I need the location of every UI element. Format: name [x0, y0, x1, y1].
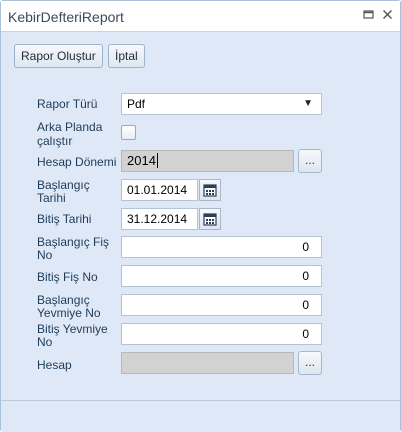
- report-type-select[interactable]: Pdf ▼: [121, 93, 322, 115]
- end-date-input[interactable]: 31.12.2014: [121, 208, 198, 230]
- close-icon[interactable]: [380, 9, 394, 23]
- window-title: KebirDefteriReport: [8, 9, 124, 25]
- end-receipt-label: Bitiş Fiş No: [37, 270, 98, 284]
- start-journal-input[interactable]: 0: [121, 294, 322, 316]
- start-date-label-line1: Başlangıç: [37, 178, 90, 192]
- start-receipt-label-line2: No: [37, 248, 53, 262]
- end-receipt-value: 0: [302, 269, 309, 283]
- window-footer: [1, 400, 400, 432]
- cancel-button[interactable]: İptal: [108, 44, 145, 68]
- end-date-value: 31.12.2014: [127, 212, 188, 226]
- start-journal-label-line1: Başlangıç: [37, 293, 90, 307]
- start-date-label-line2: Tarihi: [37, 191, 66, 205]
- background-checkbox[interactable]: [121, 125, 136, 140]
- calendar-icon[interactable]: [199, 179, 221, 201]
- account-field[interactable]: [121, 352, 294, 374]
- end-receipt-input[interactable]: 0: [121, 265, 322, 287]
- maximize-icon[interactable]: [361, 9, 375, 23]
- end-journal-label-line2: No: [37, 335, 53, 349]
- period-field[interactable]: 2014: [121, 150, 294, 172]
- start-date-input[interactable]: 01.01.2014: [121, 179, 198, 201]
- start-journal-value: 0: [302, 298, 309, 312]
- title-bar: KebirDefteriReport: [1, 1, 400, 32]
- calendar-icon[interactable]: [199, 208, 221, 230]
- period-lookup-button[interactable]: ...: [298, 149, 322, 173]
- end-journal-label-line1: Bitiş Yevmiye: [37, 322, 108, 336]
- end-journal-value: 0: [302, 327, 309, 341]
- report-type-value: Pdf: [127, 97, 146, 111]
- start-receipt-input[interactable]: 0: [121, 236, 322, 258]
- account-lookup-button[interactable]: ...: [298, 351, 322, 375]
- start-journal-label-line2: Yevmiye No: [37, 306, 101, 320]
- chevron-down-icon[interactable]: ▼: [303, 94, 313, 114]
- start-date-value: 01.01.2014: [127, 183, 188, 197]
- period-value: 2014: [127, 153, 156, 168]
- background-label-line1: Arka Planda: [37, 120, 103, 134]
- start-receipt-label-line1: Başlangıç Fiş: [37, 235, 110, 249]
- report-type-label: Rapor Türü: [37, 97, 98, 111]
- period-label: Hesap Dönemi: [37, 155, 117, 169]
- end-date-label: Bitiş Tarihi: [37, 212, 92, 226]
- start-receipt-value: 0: [302, 240, 309, 254]
- toolbar: Rapor Oluştur İptal: [1, 32, 400, 74]
- end-journal-input[interactable]: 0: [121, 323, 322, 345]
- create-report-button[interactable]: Rapor Oluştur: [14, 44, 103, 68]
- background-label-line2: çalıştır: [37, 134, 73, 148]
- account-label: Hesap: [37, 358, 72, 372]
- report-window: KebirDefteriReport Rapor Oluştur İptal R…: [0, 0, 401, 432]
